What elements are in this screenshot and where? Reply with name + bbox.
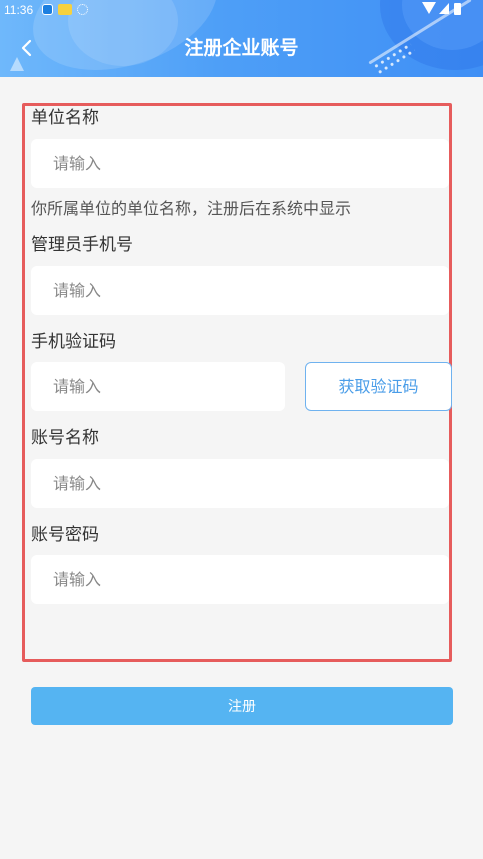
status-time: 11:36 (4, 3, 34, 17)
app-notification-icon (42, 4, 53, 15)
password-field[interactable] (31, 555, 449, 604)
sms-code-label: 手机验证码 (31, 332, 116, 352)
password-label: 账号密码 (31, 525, 99, 545)
page-title: 注册企业账号 (184, 37, 299, 59)
org-name-hint: 你所属单位的单位名称，注册后在系统中显示 (31, 199, 352, 218)
account-name-input[interactable] (31, 459, 449, 508)
register-button[interactable]: 注册 (31, 687, 453, 725)
admin-phone-field[interactable] (31, 266, 449, 315)
org-name-label: 单位名称 (31, 108, 99, 128)
get-code-button[interactable]: 获取验证码 (305, 362, 452, 411)
wifi-icon (422, 2, 436, 14)
password-input[interactable] (31, 555, 449, 604)
signal-icon (439, 3, 449, 14)
account-name-field[interactable] (31, 459, 449, 508)
org-name-field[interactable] (31, 139, 449, 188)
status-bar: 11:36 (0, 0, 483, 20)
sms-code-input[interactable] (31, 362, 285, 411)
app-notification-icon (77, 4, 88, 15)
sms-code-field[interactable] (31, 362, 285, 411)
org-name-input[interactable] (31, 139, 449, 188)
admin-phone-label: 管理员手机号 (31, 235, 133, 255)
app-header: 11:36 注册企业账号 (0, 0, 483, 77)
battery-icon (454, 3, 461, 15)
admin-phone-input[interactable] (31, 266, 449, 315)
app-notification-icon (58, 4, 72, 15)
account-name-label: 账号名称 (31, 428, 99, 448)
